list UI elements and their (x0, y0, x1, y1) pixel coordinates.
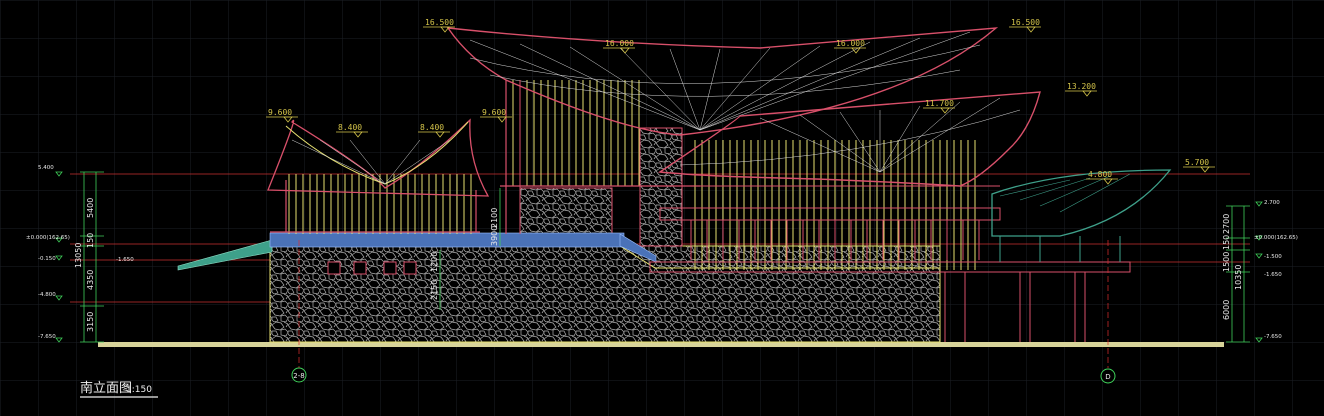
elevation-label: 16.000 (836, 39, 865, 48)
left-level-neg0150: -0.150 (38, 256, 56, 262)
right-dim-6000: 6000 (1222, 300, 1231, 320)
drawing-title: 南立面图 (80, 380, 132, 396)
axis-label-2-8: 2-8 (293, 372, 304, 380)
elevation-label: 4.800 (1088, 170, 1112, 179)
right-dim-2700: 2700 (1222, 214, 1231, 234)
left-dim-5400: 5400 (86, 198, 95, 218)
elevation-label: 8.400 (338, 123, 362, 132)
left-dim-3150: 3150 (86, 312, 95, 332)
elevation-label: 16.000 (605, 39, 634, 48)
elevation-label: 9.600 (268, 108, 292, 117)
left-dim-13050: 13050 (74, 243, 83, 268)
right-level-neg1500: -1.500 (1264, 254, 1282, 260)
right-dim-10350: 10350 (1234, 265, 1243, 290)
right-level-2700: 2.700 (1264, 200, 1280, 206)
right-dim-150: 150 (1222, 235, 1231, 250)
elevation-label: 9.600 (482, 108, 506, 117)
left-level-zero: ±0.000(162.65) (26, 235, 70, 241)
left-level-neg1650: -1.650 (116, 257, 134, 263)
blue-platform (269, 232, 625, 248)
elevation-label: 13.200 (1067, 82, 1096, 91)
left-level-neg7650: -7.650 (38, 334, 56, 340)
axis-label-d: D (1105, 373, 1110, 381)
left-level-neg4800: -4.800 (38, 292, 56, 298)
elevation-label: 5.700 (1185, 158, 1209, 167)
mid-dim-2100: 2100 (490, 208, 499, 228)
elevation-label: 16.500 (425, 18, 454, 27)
left-level-5400: 5.400 (38, 165, 54, 171)
ground-line (98, 342, 1224, 347)
elevation-label: 8.400 (420, 123, 444, 132)
mid-dim-2150: 2150 (430, 280, 439, 300)
left-dim-150: 150 (86, 233, 95, 248)
right-dim-1500: 1500 (1222, 252, 1231, 272)
drawing-scale: 1:150 (126, 385, 152, 395)
left-dim-4350: 4350 (86, 270, 95, 290)
mid-dim-1200: 1200 (430, 252, 439, 272)
elevation-label: 11.700 (925, 99, 954, 108)
mid-dim-3900: 3900 (490, 226, 499, 246)
right-level-neg7650: -7.650 (1264, 334, 1282, 340)
elevation-drawing: 16.500 16.000 16.000 16.500 9.600 8.400 8.400 9… (0, 0, 1324, 416)
elevation-label: 16.500 (1011, 18, 1040, 27)
right-level-neg1650: -1.650 (1264, 272, 1282, 278)
right-level-zero: ±0.000(162.65) (1254, 235, 1298, 241)
